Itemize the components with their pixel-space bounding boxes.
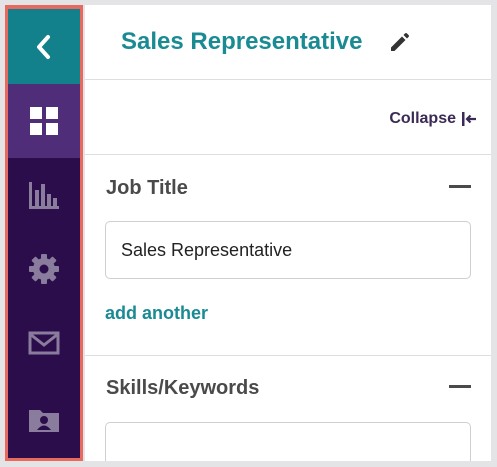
mail-icon bbox=[28, 331, 60, 355]
contact-card-icon bbox=[29, 410, 59, 432]
section-divider bbox=[85, 355, 491, 356]
collapse-label: Collapse bbox=[389, 110, 456, 127]
pencil-icon[interactable] bbox=[388, 32, 410, 54]
sidebar-item-dashboard[interactable] bbox=[8, 84, 80, 158]
skills-collapse-button[interactable] bbox=[449, 385, 471, 388]
gear-icon bbox=[29, 254, 59, 284]
collapse-bar: Collapse bbox=[85, 80, 491, 155]
dashboard-grid-icon bbox=[30, 107, 58, 135]
skills-input[interactable] bbox=[105, 422, 471, 461]
job-title-input[interactable] bbox=[105, 221, 471, 279]
job-title-heading: Job Title bbox=[106, 177, 188, 199]
sidebar-back-button[interactable] bbox=[8, 9, 80, 84]
collapse-left-icon bbox=[462, 112, 476, 126]
sidebar bbox=[5, 5, 83, 461]
sidebar-item-reports[interactable] bbox=[8, 158, 80, 232]
bar-chart-icon bbox=[29, 182, 59, 209]
sidebar-item-messages[interactable] bbox=[8, 306, 80, 380]
add-another-link[interactable]: add another bbox=[105, 303, 208, 324]
sidebar-item-contacts[interactable] bbox=[8, 380, 80, 458]
page-title: Sales Representative bbox=[121, 28, 363, 55]
job-title-collapse-button[interactable] bbox=[449, 185, 471, 188]
chevron-left-icon bbox=[37, 34, 50, 59]
collapse-button[interactable]: Collapse bbox=[389, 110, 477, 128]
sidebar-item-settings[interactable] bbox=[8, 232, 80, 306]
editor-panel: Sales Representative Collapse Job Title … bbox=[85, 5, 491, 461]
skills-heading: Skills/Keywords bbox=[106, 377, 260, 399]
page-header: Sales Representative bbox=[85, 5, 491, 80]
